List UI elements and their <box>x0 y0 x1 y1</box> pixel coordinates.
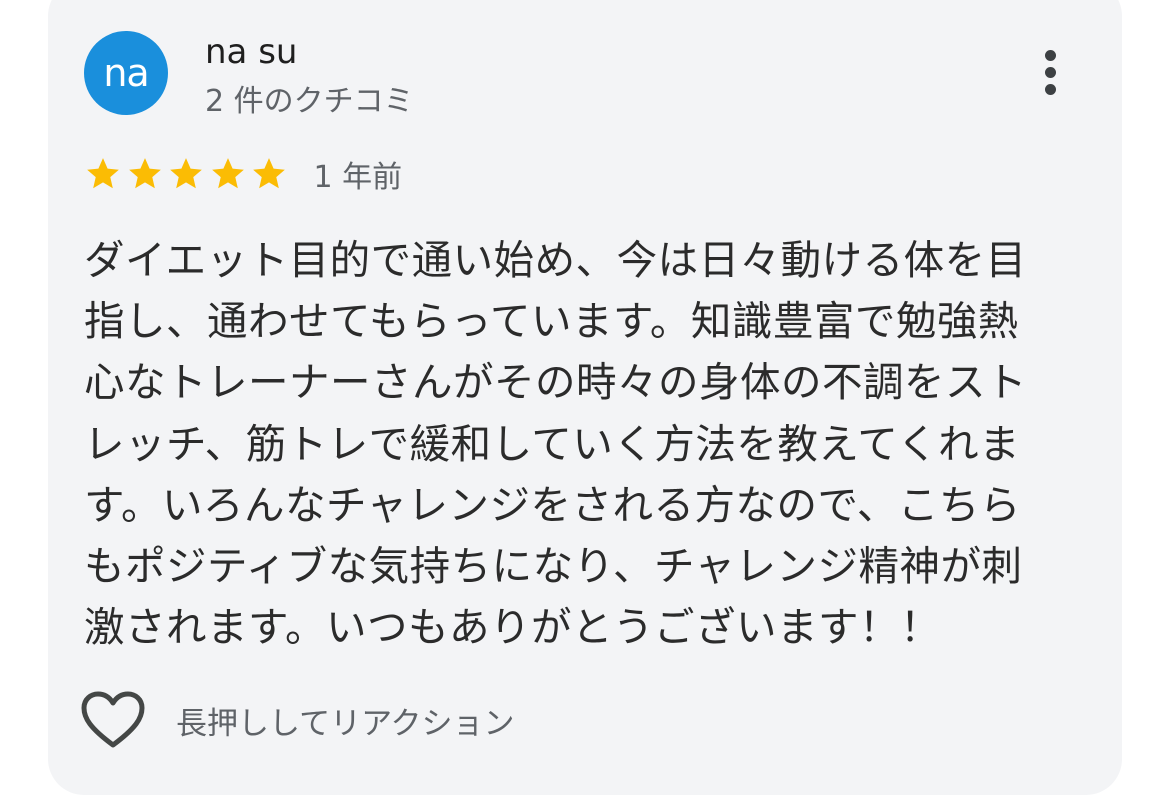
review-text: ダイエット目的で通い始め、今は日々動ける体を目 指し、通わせてもらっています。知識… <box>84 230 1054 658</box>
review-text-line: もポジティブな気持ちになり、チャレンジ精神が刺 <box>84 542 1023 591</box>
more-vertical-icon-dot <box>1044 83 1056 95</box>
star-icon <box>128 158 161 189</box>
review-text-line: 指し、通わせてもらっています。知識豊富で勉強熱 <box>84 297 1019 346</box>
avatar[interactable]: na <box>84 31 168 115</box>
heart-outline-icon <box>81 691 145 748</box>
reaction-label: 長押ししてリアクション <box>176 705 515 742</box>
rating-row: 1 年前 <box>84 152 402 196</box>
author-name[interactable]: na su <box>205 30 297 74</box>
author-review-count: 2 件のクチコミ <box>205 84 414 119</box>
review-text-line: ダイエット目的で通い始め、今は日々動ける体を目 <box>84 236 1027 284</box>
more-options-button[interactable] <box>1024 40 1076 104</box>
star-icon <box>211 158 244 189</box>
star-icon <box>253 158 285 189</box>
review-time: 1 年前 <box>313 160 403 195</box>
avatar-initials: na <box>103 51 149 95</box>
more-vertical-icon <box>1044 49 1056 61</box>
review-text-line: 心なトレーナーさんがその時々の身体の不調をスト <box>84 358 1027 407</box>
review-text-line: レッチ、筋トレで緩和していく方法を教えてくれま <box>84 419 1021 468</box>
star-icon <box>170 158 202 189</box>
star-icon <box>87 158 119 189</box>
review-text-line: す。いろんなチャレンジをされる方なので、こちら <box>84 480 1021 529</box>
reaction-button[interactable]: 長押ししてリアクション <box>80 688 515 752</box>
star-rating <box>84 155 292 193</box>
more-vertical-icon-dot <box>1044 66 1056 78</box>
review-text-line: 激されます。いつもありがとうございます！！ <box>84 603 941 652</box>
